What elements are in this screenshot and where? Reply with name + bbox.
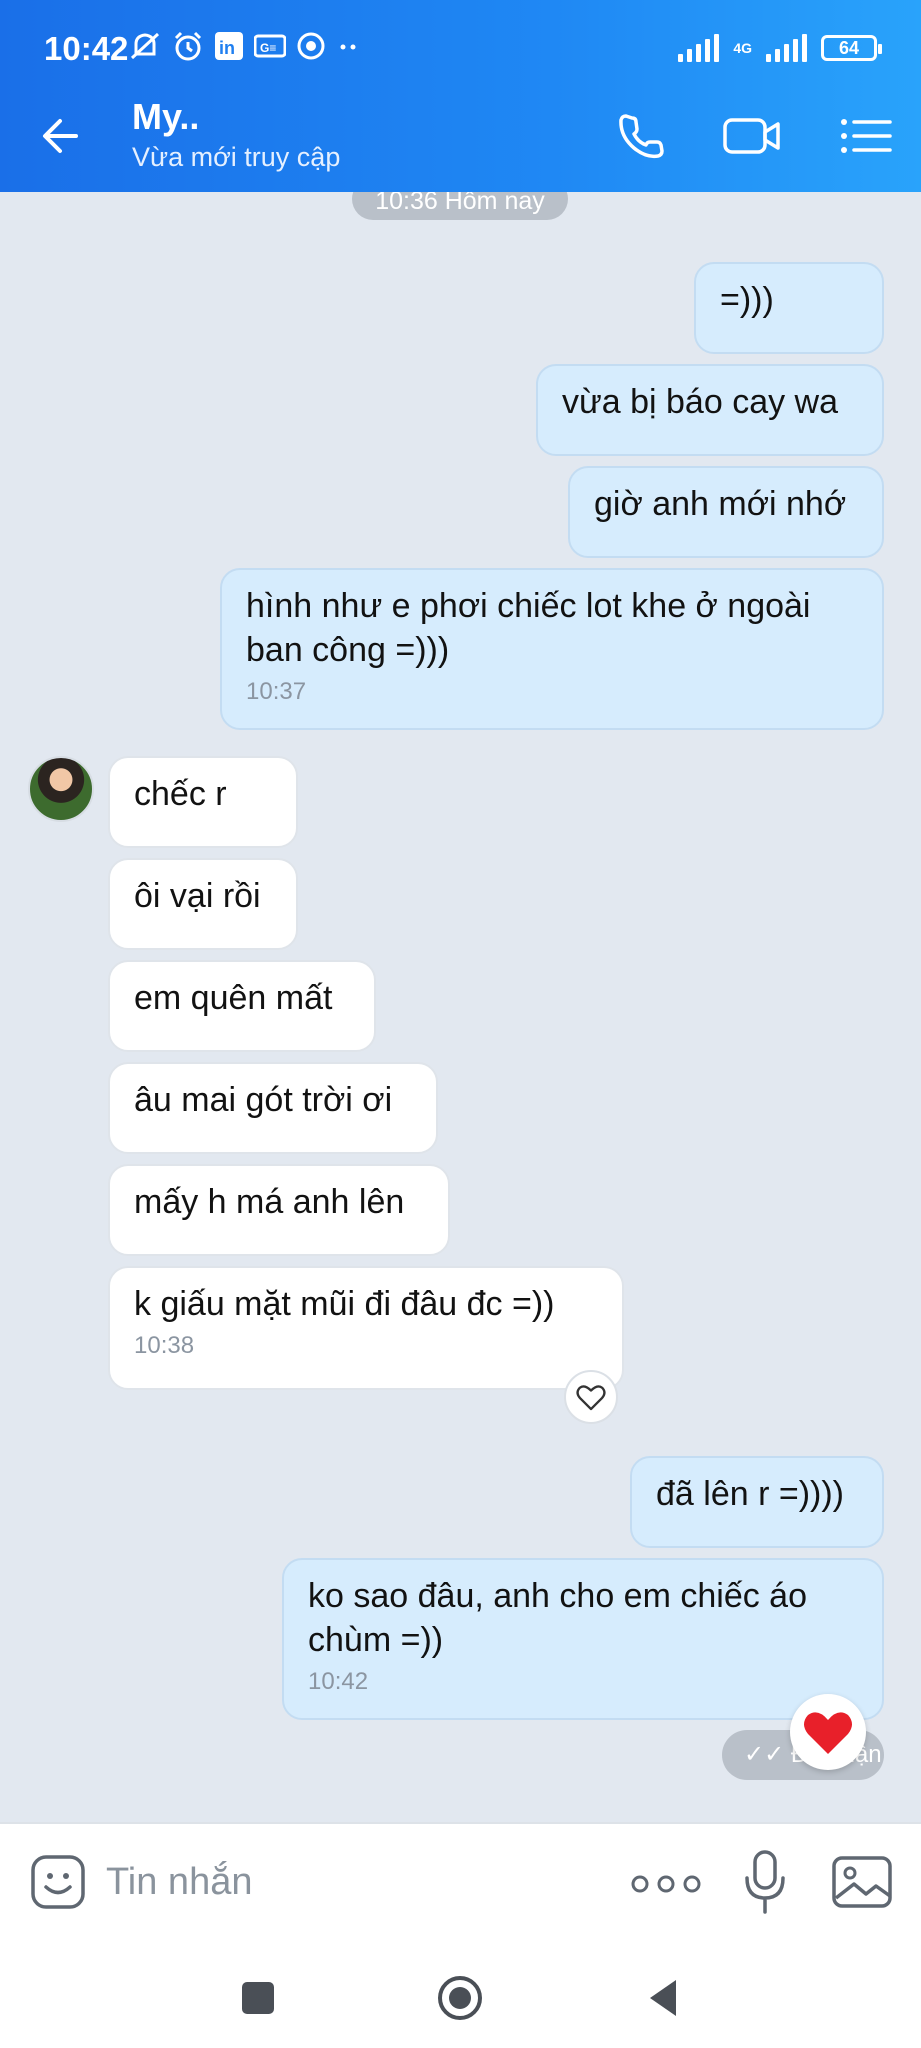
- status-system-icons: 4G 64: [678, 34, 882, 62]
- message-text: hình như e phơi chiếc lot khe ở ngoài ba…: [246, 587, 811, 669]
- double-check-icon: ✓✓: [744, 1741, 791, 1768]
- recent-apps-icon[interactable]: [228, 1968, 288, 2028]
- message-bubble-incoming[interactable]: k giấu mặt mũi đi đâu đc =)) 10:38: [108, 1266, 624, 1390]
- heart-reaction-icon[interactable]: [790, 1694, 866, 1770]
- message-text: mấy h má anh lên: [134, 1183, 405, 1221]
- message-text: đã lên r =)))): [656, 1475, 844, 1513]
- contact-avatar[interactable]: [28, 756, 94, 822]
- message-input[interactable]: [106, 1852, 606, 1912]
- message-time: 10:38: [134, 1332, 195, 1359]
- message-bubble-outgoing[interactable]: hình như e phơi chiếc lot khe ở ngoài ba…: [220, 568, 884, 730]
- message-bubble-incoming[interactable]: em quên mất: [108, 960, 376, 1052]
- message-text: =))): [720, 281, 774, 319]
- image-gallery-icon[interactable]: [830, 1852, 894, 1912]
- emoji-sticker-icon[interactable]: [28, 1852, 88, 1912]
- system-navigation-bar: [0, 1944, 921, 2048]
- message-text: vừa bị báo cay wa: [562, 383, 839, 421]
- svg-text:in: in: [219, 38, 235, 58]
- signal-icon: [678, 34, 720, 62]
- message-text: âu mai gót trời ơi: [134, 1081, 393, 1119]
- heart-reaction-icon[interactable]: [564, 1370, 618, 1424]
- message-input-bar: [0, 1822, 921, 1944]
- message-bubble-incoming[interactable]: mấy h má anh lên: [108, 1164, 450, 1256]
- chat-area[interactable]: 10:36 Hôm nay =))) vừa bị báo cay wa giờ…: [0, 192, 921, 1822]
- message-text: em quên mất: [134, 979, 333, 1017]
- svg-text:G≡: G≡: [260, 41, 276, 55]
- status-notification-icons: in G≡: [128, 30, 362, 62]
- more-options-icon[interactable]: [628, 1864, 704, 1904]
- more-dots-icon: [340, 44, 356, 50]
- message-text: ôi vại rồi: [134, 877, 261, 915]
- message-text: k giấu mặt mũi đi đâu đc =)): [134, 1285, 555, 1323]
- back-nav-icon[interactable]: [634, 1968, 694, 2028]
- message-text: giờ anh mới nhớ: [594, 485, 847, 523]
- menu-list-icon[interactable]: [834, 106, 898, 166]
- message-bubble-incoming[interactable]: âu mai gót trời ơi: [108, 1062, 438, 1154]
- sync-icon: [297, 32, 325, 60]
- back-arrow-icon[interactable]: [36, 108, 92, 164]
- linkedin-icon: in: [215, 32, 243, 60]
- message-bubble-outgoing[interactable]: ko sao đâu, anh cho em chiếc áo chùm =))…: [282, 1558, 884, 1720]
- message-text: ko sao đâu, anh cho em chiếc áo chùm =)): [308, 1577, 807, 1659]
- status-time: 10:42: [44, 30, 129, 67]
- message-time: 10:42: [308, 1668, 369, 1695]
- message-time: 10:37: [246, 678, 307, 705]
- message-bubble-outgoing[interactable]: vừa bị báo cay wa: [536, 364, 884, 456]
- mute-icon: [130, 32, 160, 60]
- battery-level: 64: [821, 35, 882, 61]
- date-separator: 10:36 Hôm nay: [352, 192, 568, 220]
- message-bubble-incoming[interactable]: chếc r: [108, 756, 298, 848]
- message-bubble-outgoing[interactable]: đã lên r =)))): [630, 1456, 884, 1548]
- alarm-icon: [174, 31, 202, 61]
- gmail-icon: G≡: [254, 34, 286, 58]
- video-call-icon[interactable]: [720, 106, 784, 166]
- contact-status: Vừa mới truy cập: [132, 142, 341, 172]
- message-bubble-outgoing[interactable]: giờ anh mới nhớ: [568, 466, 884, 558]
- home-icon[interactable]: [430, 1968, 490, 2028]
- top-bar: 10:42 in G≡ 4G 64 My.. Vừa mới truy cập: [0, 0, 921, 192]
- microphone-icon[interactable]: [738, 1846, 792, 1918]
- message-bubble-incoming[interactable]: ôi vại rồi: [108, 858, 298, 950]
- message-text: chếc r: [134, 775, 227, 813]
- message-bubble-outgoing[interactable]: =))): [694, 262, 884, 354]
- contact-name[interactable]: My..: [132, 96, 199, 138]
- network-type: 4G: [733, 40, 752, 56]
- phone-call-icon[interactable]: [610, 106, 674, 166]
- signal-icon-2: [766, 34, 807, 62]
